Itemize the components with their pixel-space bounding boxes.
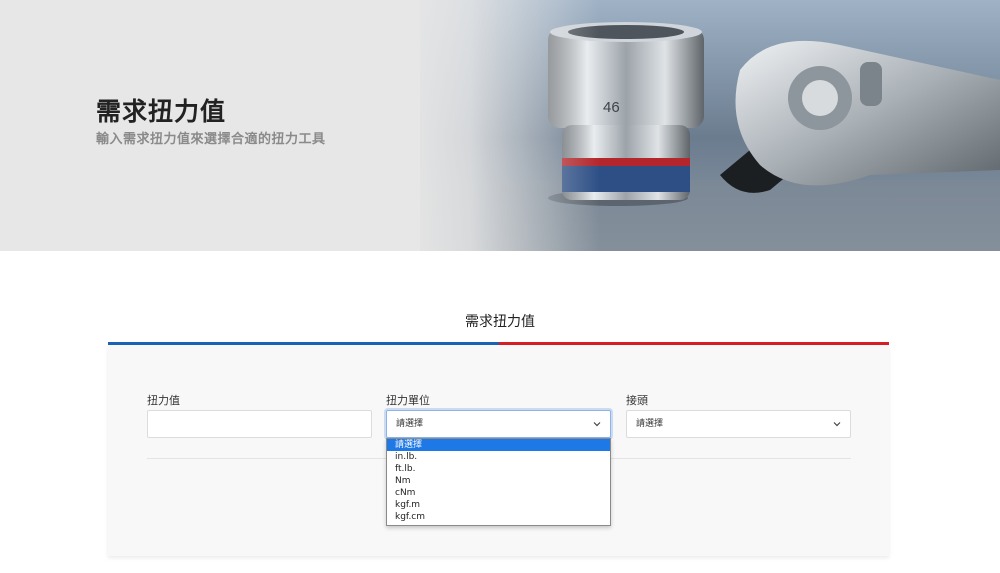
dropdown-option[interactable]: ft.lb.: [387, 463, 610, 475]
dropdown-option[interactable]: in.lb.: [387, 451, 610, 463]
connector-label: 接頭: [626, 394, 648, 407]
dropdown-option[interactable]: 請選擇: [387, 439, 610, 451]
unit-dropdown-list[interactable]: 請選擇 in.lb. ft.lb. Nm cNm kgf.m kgf.cm: [386, 438, 611, 526]
dropdown-option[interactable]: kgf.m: [387, 499, 610, 511]
dropdown-option[interactable]: Nm: [387, 475, 610, 487]
hero-fade-overlay: [400, 0, 600, 251]
unit-select[interactable]: 請選擇: [386, 410, 611, 438]
unit-label: 扭力單位: [386, 394, 430, 407]
connector-select-value: 請選擇: [636, 419, 664, 429]
section-title: 需求扭力值: [465, 314, 535, 330]
dropdown-option[interactable]: kgf.cm: [387, 511, 610, 523]
hero-banner: 46 需求扭力值 輸入需求扭力值來選擇合適的扭力工具: [0, 0, 1000, 251]
connector-select[interactable]: 請選擇: [626, 410, 851, 438]
chevron-down-icon: [593, 422, 601, 427]
dropdown-option[interactable]: cNm: [387, 487, 610, 499]
page-subtitle: 輸入需求扭力值來選擇合適的扭力工具: [96, 132, 326, 147]
page-title: 需求扭力值: [96, 97, 227, 126]
torque-input[interactable]: [147, 410, 372, 438]
socket-marking: 46: [603, 99, 620, 116]
chevron-down-icon: [833, 422, 841, 427]
torque-label: 扭力值: [147, 394, 180, 407]
unit-select-value: 請選擇: [396, 419, 424, 429]
